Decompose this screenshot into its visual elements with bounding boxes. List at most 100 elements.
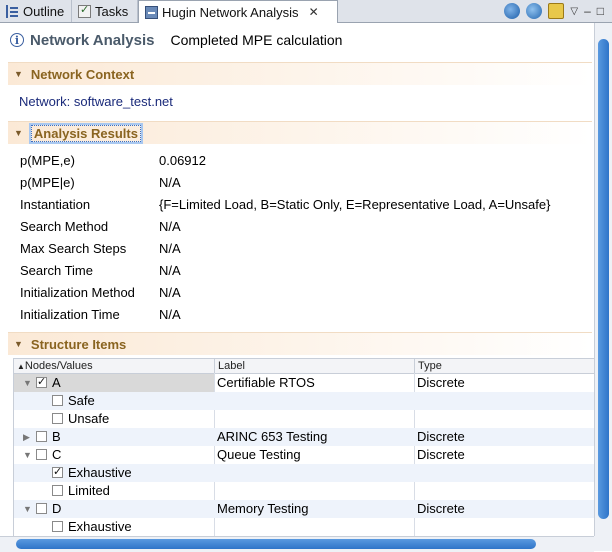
tree-row[interactable]: ▼ C Queue Testing Discrete [14, 446, 594, 464]
value-name: Exhaustive [68, 465, 132, 480]
vertical-scrollbar[interactable] [594, 23, 612, 536]
tree-row[interactable]: ▼ D Memory Testing Discrete [14, 500, 594, 518]
vertical-scroll-thumb[interactable] [598, 39, 609, 519]
tab-tasks[interactable]: Tasks [72, 0, 138, 22]
tab-tasks-label: Tasks [95, 3, 129, 19]
result-key: Search Time [20, 262, 93, 278]
tab-outline[interactable]: Outline [0, 0, 72, 22]
tab-hugin-network-analysis[interactable]: Hugin Network Analysis ✕ [138, 0, 338, 23]
column-header-nodes[interactable]: ▲Nodes/Values [14, 359, 215, 373]
tree-row[interactable]: ✓ Exhaustive [14, 464, 594, 482]
collapse-triangle-icon[interactable]: ▼ [23, 500, 32, 518]
column-header-label[interactable]: Label [215, 359, 415, 373]
node-name: B [52, 429, 61, 444]
sort-up-icon: ▲ [17, 362, 25, 371]
tree-row[interactable]: ▶ B ARINC 653 Testing Discrete [14, 428, 594, 446]
node-checkbox[interactable] [36, 449, 47, 460]
node-label: Queue Testing [217, 447, 301, 462]
result-row: Search Method N/A [20, 216, 181, 236]
page-title: Network Analysis [30, 31, 155, 49]
network-name: Network: software_test.net [19, 94, 173, 109]
hugin-icon [145, 5, 158, 19]
section-title: Structure Items [30, 336, 127, 352]
node-checkbox[interactable]: ✓ [36, 377, 47, 388]
analysis-form: i Network Analysis Completed MPE calcula… [0, 23, 594, 536]
collapse-triangle-icon[interactable]: ▼ [14, 69, 23, 79]
node-name: A [52, 375, 61, 390]
tasks-icon [78, 3, 91, 18]
node-checkbox[interactable] [36, 431, 47, 442]
result-row: Max Search Steps N/A [20, 238, 181, 258]
result-key: Max Search Steps [20, 240, 127, 256]
minimize-icon[interactable]: – [584, 4, 591, 18]
result-value: N/A [159, 284, 181, 300]
collapse-triangle-icon[interactable]: ▼ [23, 374, 32, 392]
tree-row[interactable]: Limited [14, 482, 594, 500]
result-row: Instantiation {F=Limited Load, B=Static O… [20, 194, 550, 214]
value-checkbox[interactable]: ✓ [52, 467, 63, 478]
result-value: N/A [159, 218, 181, 234]
tree-row[interactable]: Safe [14, 392, 594, 410]
column-header-type[interactable]: Type [415, 359, 594, 373]
maximize-icon[interactable]: □ [597, 4, 604, 18]
result-key: Initialization Time [20, 306, 120, 322]
result-row: Initialization Method N/A [20, 282, 181, 302]
value-checkbox[interactable] [52, 413, 63, 424]
close-tab-icon[interactable]: ✕ [309, 5, 319, 19]
view-menu-icon[interactable]: ▽ [570, 6, 578, 17]
info-icon: i [10, 33, 24, 47]
collapse-triangle-icon[interactable]: ▼ [23, 446, 32, 464]
collapse-triangle-icon[interactable]: ▼ [14, 128, 23, 138]
section-title: Analysis Results [30, 124, 141, 142]
structure-tree[interactable]: ▲Nodes/Values Label Type ▼ ✓ A Certifiab… [13, 358, 594, 536]
outline-icon [6, 4, 19, 18]
pin-icon[interactable] [548, 3, 565, 19]
value-checkbox[interactable] [52, 521, 63, 532]
expand-triangle-icon[interactable]: ▶ [23, 428, 30, 446]
node-name: D [52, 501, 62, 516]
value-checkbox[interactable] [52, 485, 63, 496]
node-type: Discrete [417, 501, 465, 516]
result-key: p(MPE|e) [20, 174, 75, 190]
horizontal-scroll-thumb[interactable] [16, 539, 536, 549]
result-row: p(MPE,e) 0.06912 [20, 150, 206, 170]
value-name: Unsafe [68, 411, 110, 426]
form-header: i Network Analysis Completed MPE calcula… [10, 29, 342, 51]
value-name: Limited [68, 483, 110, 498]
result-value: 0.06912 [159, 152, 206, 168]
tree-row[interactable]: Exhaustive [14, 518, 594, 536]
tab-outline-label: Outline [23, 3, 65, 19]
status-message: Completed MPE calculation [170, 32, 343, 48]
collapse-triangle-icon[interactable]: ▼ [14, 339, 23, 349]
tab-hugin-label: Hugin Network Analysis [162, 4, 299, 20]
section-analysis-results[interactable]: ▼ Analysis Results [8, 121, 592, 144]
section-network-context[interactable]: ▼ Network Context [8, 62, 592, 85]
tree-row[interactable]: Unsafe [14, 410, 594, 428]
sync-icon[interactable] [504, 3, 521, 19]
result-key: Instantiation [20, 196, 91, 212]
result-row: Search Time N/A [20, 260, 181, 280]
section-title: Network Context [30, 66, 135, 82]
node-name: C [52, 447, 62, 462]
result-row: p(MPE|e) N/A [20, 172, 181, 192]
result-key: Search Method [20, 218, 109, 234]
value-name: Exhaustive [68, 519, 132, 534]
node-label: Certifiable RTOS [217, 375, 315, 390]
result-value: N/A [159, 174, 181, 190]
node-label: Memory Testing [217, 501, 309, 516]
column-header-label: Nodes/Values [24, 360, 93, 372]
value-checkbox[interactable] [52, 395, 63, 406]
sync-alt-icon[interactable] [526, 3, 543, 19]
result-row: Initialization Time N/A [20, 304, 181, 324]
view-toolbar: ▽ – □ [504, 3, 604, 19]
tree-row[interactable]: ▼ ✓ A Certifiable RTOS Discrete [14, 374, 594, 392]
node-type: Discrete [417, 447, 465, 462]
scroll-corner [594, 536, 612, 551]
node-checkbox[interactable] [36, 503, 47, 514]
horizontal-scrollbar[interactable] [0, 536, 594, 552]
result-value: {F=Limited Load, B=Static Only, E=Repres… [159, 196, 551, 212]
result-key: p(MPE,e) [20, 152, 75, 168]
result-value: N/A [159, 262, 181, 278]
result-key: Initialization Method [20, 284, 135, 300]
section-structure-items[interactable]: ▼ Structure Items [8, 332, 592, 355]
